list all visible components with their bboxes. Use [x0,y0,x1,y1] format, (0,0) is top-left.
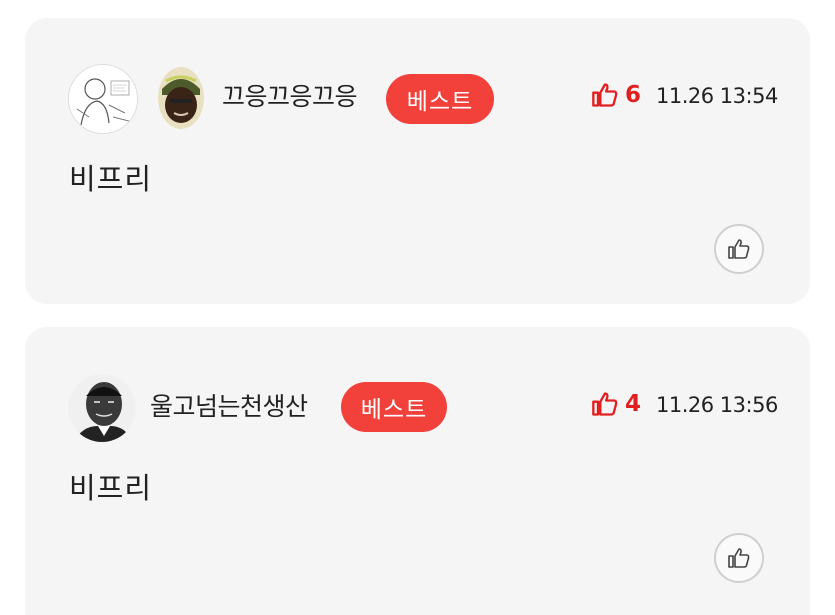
user-avatar[interactable] [68,374,136,442]
comment-text: 비프리 [69,162,153,196]
like-button[interactable] [714,533,764,583]
best-badge: 베스트 [386,74,494,124]
comment-timestamp: 11.26 13:56 [656,393,778,417]
comment-card: 끄응끄응끄응 베스트 6 11.26 13:54 비프리 [25,18,810,304]
level-avatar [158,67,204,129]
thumbs-up-icon [592,392,618,416]
thumbs-up-icon [592,83,618,107]
comment-text: 비프리 [69,471,153,505]
user-avatar[interactable] [68,64,138,134]
best-badge: 베스트 [341,382,447,432]
like-count: 6 [625,82,642,108]
like-indicator: 6 [591,81,641,109]
comment-timestamp: 11.26 13:54 [656,84,778,108]
like-indicator: 4 [591,390,641,418]
user-nickname[interactable]: 울고넘는천생산 [150,392,308,422]
like-button[interactable] [714,224,764,274]
like-count: 4 [625,391,642,417]
thumbs-up-icon [728,548,750,568]
sketch-avatar-icon [69,65,137,133]
thumbs-up-icon [728,239,750,259]
portrait-avatar-icon [68,374,136,442]
user-nickname[interactable]: 끄응끄응끄응 [222,82,358,112]
character-avatar-icon [158,67,204,129]
comment-card: 울고넘는천생산 베스트 4 11.26 13:56 비프리 [25,327,810,615]
